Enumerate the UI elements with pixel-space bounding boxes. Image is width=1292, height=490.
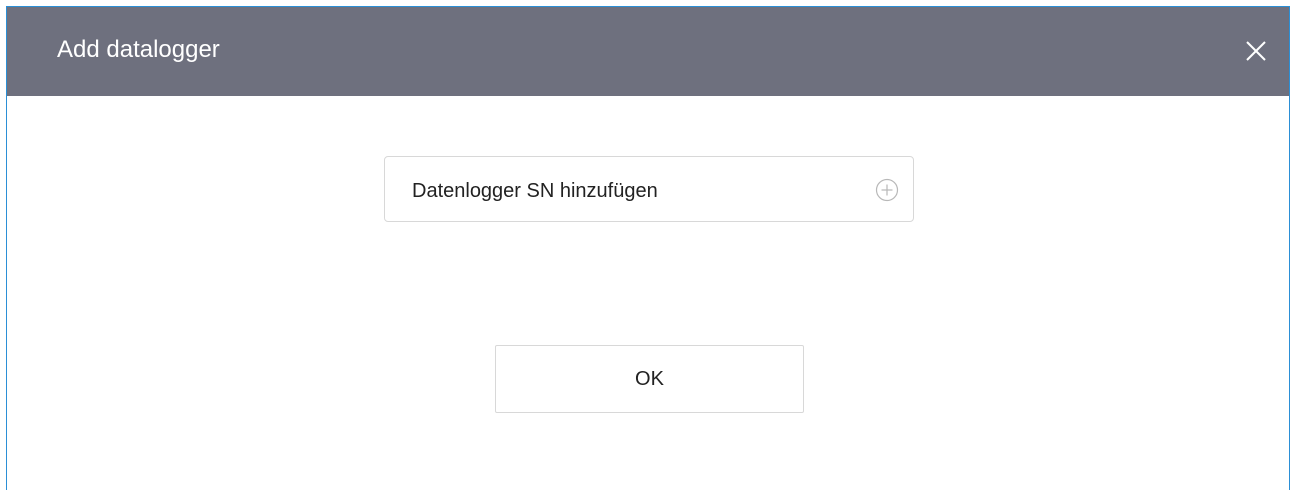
dialog-title: Add datalogger	[57, 36, 220, 63]
datalogger-sn-label: Datenlogger SN hinzufügen	[412, 180, 658, 202]
add-datalogger-dialog: Add datalogger Datenlogger SN hinzufügen…	[6, 6, 1290, 490]
dialog-header: Add datalogger	[7, 7, 1289, 96]
ok-button[interactable]: OK	[495, 345, 804, 413]
plus-circle-icon[interactable]	[875, 178, 899, 202]
datalogger-sn-field[interactable]: Datenlogger SN hinzufügen	[384, 156, 914, 222]
close-icon[interactable]	[1245, 40, 1267, 62]
